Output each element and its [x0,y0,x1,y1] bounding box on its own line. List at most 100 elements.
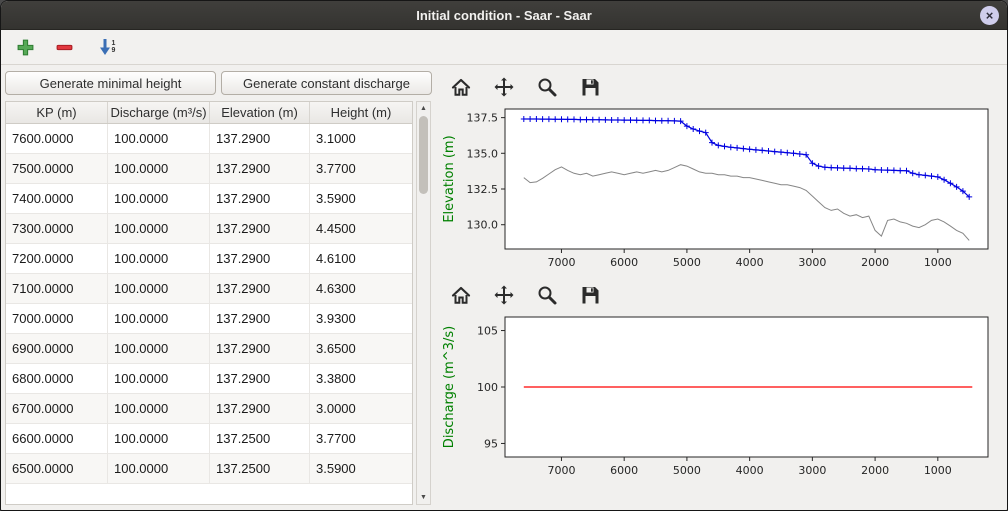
main-toolbar: 1 9 [1,30,1007,65]
svg-text:135.0: 135.0 [467,147,499,160]
window-title: Initial condition - Saar - Saar [416,8,592,23]
table-cell[interactable]: 100.0000 [108,124,210,153]
table-cell[interactable]: 3.5900 [310,454,412,483]
table-cell[interactable]: 7200.0000 [6,244,108,273]
table-cell[interactable]: 137.2900 [210,154,310,183]
remove-row-button[interactable] [52,35,76,59]
table-cell[interactable]: 7300.0000 [6,214,108,243]
zoom-button[interactable] [535,75,559,99]
table-row[interactable]: 7600.0000100.0000137.29003.1000 [6,124,412,154]
save-icon [579,76,601,98]
home-button[interactable] [449,75,473,99]
table-row[interactable]: 6700.0000100.0000137.29003.0000 [6,394,412,424]
table-scrollbar[interactable]: ▲ ▼ [416,101,431,505]
minus-icon [55,38,74,57]
column-header[interactable]: KP (m) [6,102,108,123]
table-row[interactable]: 6900.0000100.0000137.29003.6500 [6,334,412,364]
table-cell[interactable]: 100.0000 [108,394,210,423]
elevation-chart-area[interactable]: 7000600050004000300020001000130.0132.513… [441,103,997,275]
table-cell[interactable]: 137.2900 [210,394,310,423]
table-cell[interactable]: 100.0000 [108,454,210,483]
table-cell[interactable]: 100.0000 [108,154,210,183]
table-cell[interactable]: 137.2900 [210,274,310,303]
scrollbar-thumb[interactable] [419,116,428,194]
table-row[interactable]: 7200.0000100.0000137.29004.6100 [6,244,412,274]
scroll-down-icon[interactable]: ▼ [417,491,430,504]
table-cell[interactable]: 3.1000 [310,124,412,153]
table-cell[interactable]: 100.0000 [108,364,210,393]
table-cell[interactable]: 6900.0000 [6,334,108,363]
table-cell[interactable]: 137.2900 [210,364,310,393]
generate-minimal-height-button[interactable]: Generate minimal height [5,71,216,95]
table-cell[interactable]: 137.2500 [210,454,310,483]
table-cell[interactable]: 4.6300 [310,274,412,303]
discharge-plot-toolbar [441,281,997,309]
table-cell[interactable]: 137.2900 [210,304,310,333]
sort-button[interactable]: 1 9 [91,35,123,59]
zoom-button[interactable] [535,283,559,307]
table-cell[interactable]: 137.2900 [210,244,310,273]
table-header: KP (m)Discharge (m³/s)Elevation (m)Heigh… [6,102,412,124]
discharge-chart[interactable]: 700060005000400030002000100095100105Disc… [441,311,997,483]
svg-text:95: 95 [484,437,498,450]
close-button[interactable]: × [980,6,999,25]
svg-text:132.5: 132.5 [467,183,499,196]
table-cell[interactable]: 3.7700 [310,424,412,453]
table-cell[interactable]: 100.0000 [108,244,210,273]
table-cell[interactable]: 6800.0000 [6,364,108,393]
table-cell[interactable]: 6500.0000 [6,454,108,483]
table-cell[interactable]: 3.5900 [310,184,412,213]
table-cell[interactable]: 4.4500 [310,214,412,243]
titlebar[interactable]: Initial condition - Saar - Saar × [1,1,1007,30]
table-cell[interactable]: 7000.0000 [6,304,108,333]
table-cell[interactable]: 137.2500 [210,424,310,453]
pan-button[interactable] [492,75,516,99]
add-row-button[interactable] [13,35,37,59]
save-button[interactable] [578,75,602,99]
table-cell[interactable]: 100.0000 [108,304,210,333]
table-cell[interactable]: 100.0000 [108,334,210,363]
table-row[interactable]: 7500.0000100.0000137.29003.7700 [6,154,412,184]
column-header[interactable]: Discharge (m³/s) [108,102,210,123]
table-cell[interactable]: 3.6500 [310,334,412,363]
column-header[interactable]: Elevation (m) [210,102,310,123]
table-row[interactable]: 6800.0000100.0000137.29003.3800 [6,364,412,394]
home-icon [450,284,472,306]
scrollbar-track[interactable] [417,115,430,491]
table-row[interactable]: 7000.0000100.0000137.29003.9300 [6,304,412,334]
table-cell[interactable]: 4.6100 [310,244,412,273]
table-cell[interactable]: 3.0000 [310,394,412,423]
table-cell[interactable]: 7500.0000 [6,154,108,183]
table-cell[interactable]: 3.7700 [310,154,412,183]
scroll-up-icon[interactable]: ▲ [417,102,430,115]
save-button[interactable] [578,283,602,307]
table-row[interactable]: 7300.0000100.0000137.29004.4500 [6,214,412,244]
table-cell[interactable]: 137.2900 [210,124,310,153]
svg-text:105: 105 [477,325,498,338]
table-row[interactable]: 6600.0000100.0000137.25003.7700 [6,424,412,454]
generate-constant-discharge-button[interactable]: Generate constant discharge [221,71,432,95]
table-cell[interactable]: 7100.0000 [6,274,108,303]
table-cell[interactable]: 6700.0000 [6,394,108,423]
table-cell[interactable]: 6600.0000 [6,424,108,453]
column-header[interactable]: Height (m) [310,102,412,123]
magnifier-icon [536,284,558,306]
table-cell[interactable]: 7400.0000 [6,184,108,213]
table-cell[interactable]: 137.2900 [210,214,310,243]
discharge-chart-area[interactable]: 700060005000400030002000100095100105Disc… [441,311,997,483]
table-cell[interactable]: 3.9300 [310,304,412,333]
table-cell[interactable]: 100.0000 [108,274,210,303]
table-row[interactable]: 6500.0000100.0000137.25003.5900 [6,454,412,484]
table-cell[interactable]: 7600.0000 [6,124,108,153]
table-cell[interactable]: 100.0000 [108,184,210,213]
pan-button[interactable] [492,283,516,307]
table-cell[interactable]: 100.0000 [108,214,210,243]
home-button[interactable] [449,283,473,307]
table-row[interactable]: 7100.0000100.0000137.29004.6300 [6,274,412,304]
table-cell[interactable]: 137.2900 [210,334,310,363]
table-cell[interactable]: 100.0000 [108,424,210,453]
table-row[interactable]: 7400.0000100.0000137.29003.5900 [6,184,412,214]
elevation-chart[interactable]: 7000600050004000300020001000130.0132.513… [441,103,997,275]
table-cell[interactable]: 137.2900 [210,184,310,213]
table-cell[interactable]: 3.3800 [310,364,412,393]
